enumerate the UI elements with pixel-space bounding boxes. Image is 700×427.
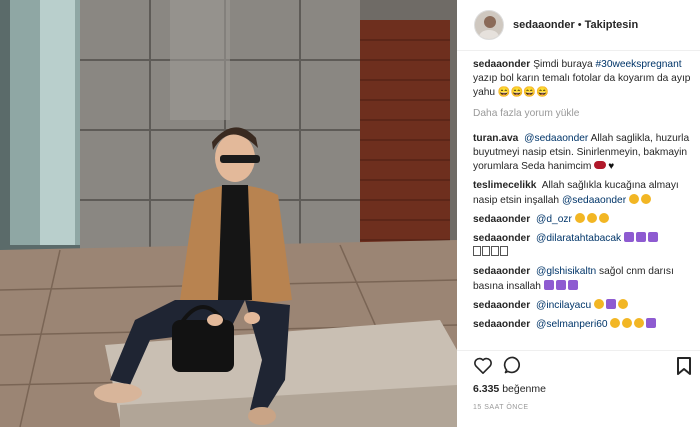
avatar-image <box>475 11 503 39</box>
purple-heart-icon <box>647 232 658 243</box>
missing-glyph-icon <box>500 246 508 257</box>
missing-glyph-icon <box>473 246 481 257</box>
header-username[interactable]: sedaaonder <box>513 19 575 31</box>
purple-heart-icon <box>623 232 634 243</box>
comment-item: sedaaonder @incilayacu <box>473 298 695 313</box>
caption-text-before: Şimdi buraya <box>533 59 593 70</box>
comment-username[interactable]: sedaaonder <box>473 214 530 225</box>
purple-heart-icon <box>646 318 657 329</box>
comment-item: turan.ava @sedaaonder Allah saglikla, hu… <box>473 132 695 175</box>
face-emoji-icon <box>634 318 645 329</box>
comment-mention[interactable]: @glshisikaltn <box>536 266 596 277</box>
comment-bubble-icon[interactable] <box>503 355 523 380</box>
purple-heart-icon <box>567 279 578 290</box>
comment-mention[interactable]: @incilayacu <box>536 300 591 311</box>
caption-hashtag[interactable]: #30weekspregnant <box>596 59 682 70</box>
comment-item: sedaaonder @d_ozr <box>473 212 695 227</box>
face-emoji-icon <box>610 318 621 329</box>
comment-mention[interactable]: @sedaaonder <box>562 195 626 206</box>
likes-number: 6.335 <box>473 383 500 395</box>
face-emoji-icon <box>593 298 604 309</box>
face-emoji-icon <box>617 298 628 309</box>
face-emoji-icon <box>628 193 639 204</box>
header-separator: • <box>577 19 582 31</box>
lips-emoji-icon <box>594 161 607 170</box>
caption-username[interactable]: sedaaonder <box>473 59 530 70</box>
comment-item: sedaaonder @dilaratahtabacak <box>473 232 695 260</box>
comment-mention[interactable]: @selmanperi60 <box>536 319 608 330</box>
face-emoji-icon <box>598 212 609 223</box>
comment-username[interactable]: sedaaonder <box>473 266 530 277</box>
comment-username[interactable]: sedaaonder <box>473 300 530 311</box>
comment-item: sedaaonder @selmanperi60 <box>473 318 695 332</box>
comments-list[interactable]: sedaaonder Şimdi buraya #30weekspregnant … <box>473 58 695 350</box>
comment-mention[interactable]: @sedaaonder <box>524 133 588 144</box>
caption-text-after: yazıp bol karın temalı fotolar da koyarı… <box>473 73 691 99</box>
heart-outline-icon[interactable] <box>473 356 493 379</box>
caption: sedaaonder Şimdi buraya #30weekspregnant … <box>473 58 695 101</box>
post-photo[interactable] <box>0 0 457 427</box>
post-timestamp[interactable]: 15 SAAT ÖNCE <box>473 404 529 411</box>
purple-heart-icon <box>555 279 566 290</box>
black-heart-icon: ♥ <box>608 161 615 173</box>
post-panel: sedaaonder • Takiptesin sedaaonder Şimdi … <box>457 0 700 427</box>
bookmark-icon[interactable] <box>676 356 692 381</box>
face-emoji-icon <box>574 212 585 223</box>
comment-item: sedaaonder @glshisikaltn sağol cnm darıs… <box>473 265 695 293</box>
purple-heart-icon <box>635 232 646 243</box>
action-bar <box>473 356 523 378</box>
load-more-comments[interactable]: Daha fazla yorum yükle <box>473 107 695 121</box>
comment-username[interactable]: sedaaonder <box>473 233 530 244</box>
comment-username[interactable]: teslimecelikk <box>473 180 536 191</box>
divider <box>457 350 700 351</box>
purple-heart-icon <box>605 298 616 309</box>
comment-item: teslimecelikk Allah sağlıkla kucağına al… <box>473 179 695 207</box>
missing-glyph-icon <box>491 246 499 257</box>
face-emoji-icon <box>640 193 651 204</box>
photo-illustration <box>0 0 457 427</box>
avatar[interactable] <box>474 10 504 40</box>
missing-glyph-icon <box>482 246 490 257</box>
comment-username[interactable]: turan.ava <box>473 133 518 144</box>
face-emoji-icon <box>586 212 597 223</box>
face-emoji-icon <box>622 318 633 329</box>
purple-heart-icon <box>543 279 554 290</box>
comment-username[interactable]: sedaaonder <box>473 319 530 330</box>
comment-mention[interactable]: @d_ozr <box>536 214 572 225</box>
post-header: sedaaonder • Takiptesin <box>457 0 700 51</box>
likes-label: beğenme <box>502 383 546 395</box>
follow-status[interactable]: Takiptesin <box>585 19 639 31</box>
comment-mention[interactable]: @dilaratahtabacak <box>536 233 621 244</box>
likes-count[interactable]: 6.335 beğenme <box>473 383 546 395</box>
